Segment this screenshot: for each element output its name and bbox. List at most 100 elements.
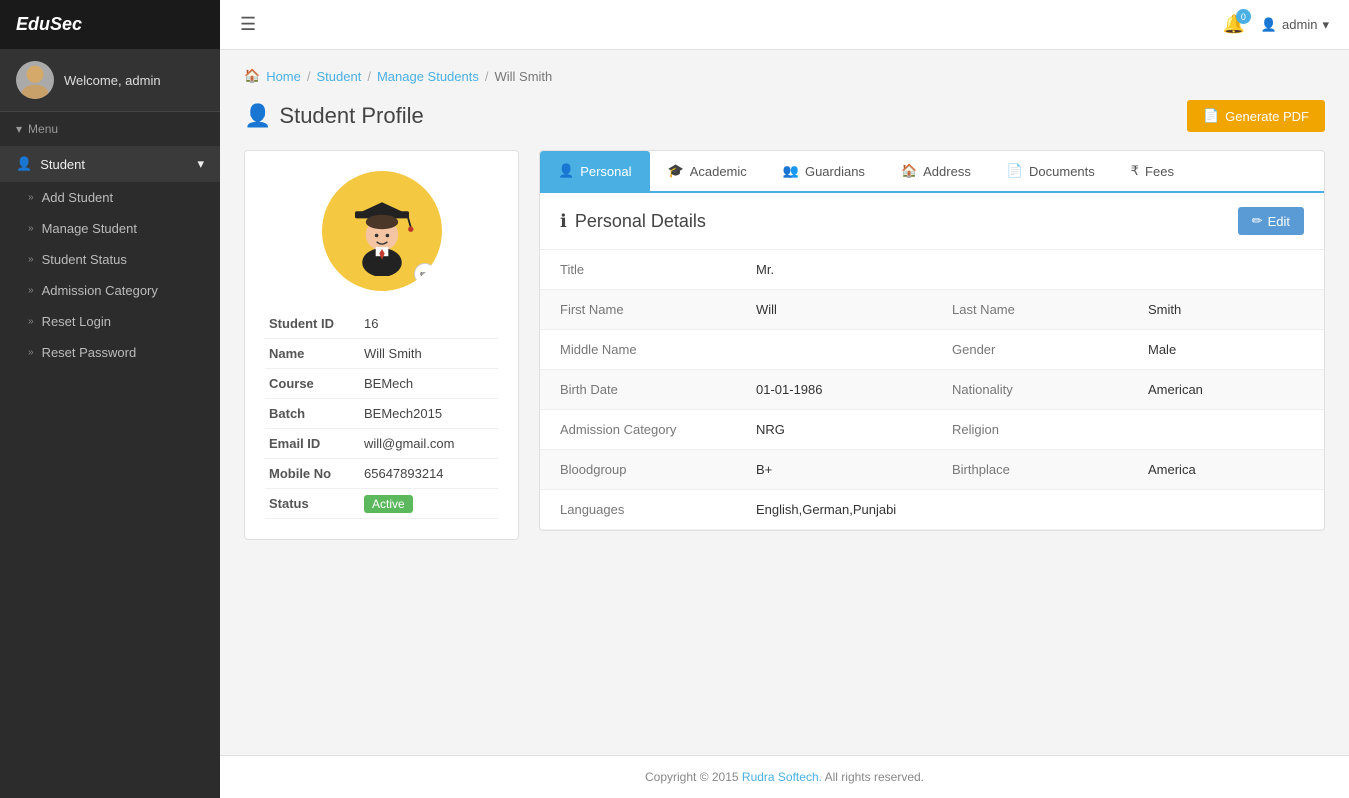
birthplace-value: America — [1128, 450, 1324, 490]
student-id-label: Student ID — [265, 309, 360, 339]
tab-guardians[interactable]: 👥 Guardians — [765, 151, 883, 193]
profile-info-table: Student ID 16 Name Will Smith Course BEM… — [265, 309, 498, 519]
sidebar-item-label: Manage Student — [42, 221, 137, 236]
birthdate-value: 01-01-1986 — [736, 370, 932, 410]
main-content: ☰ 🔔 0 👤 admin ▾ 🏠 Home / Student / Manag… — [220, 0, 1349, 798]
sidebar-item-reset-password[interactable]: » Reset Password — [0, 337, 220, 368]
profile-avatar: ✏ — [322, 171, 442, 291]
table-row: Birth Date 01-01-1986 Nationality Americ… — [540, 370, 1324, 410]
sidebar-item-student-status[interactable]: » Student Status — [0, 244, 220, 275]
breadcrumb-student[interactable]: Student — [317, 69, 362, 84]
tab-address[interactable]: 🏠 Address — [883, 151, 989, 193]
edit-icon: ✏ — [1252, 213, 1263, 229]
breadcrumb-sep1: / — [307, 69, 311, 84]
personal-title-text: Personal Details — [575, 211, 706, 232]
edit-button[interactable]: ✏ Edit — [1238, 207, 1304, 235]
generate-pdf-label: Generate PDF — [1225, 109, 1309, 124]
profile-edit-icon[interactable]: ✏ — [414, 263, 436, 285]
table-row: Batch BEMech2015 — [265, 399, 498, 429]
table-row: Status Active — [265, 489, 498, 519]
edit-label: Edit — [1268, 214, 1290, 229]
student-section-icon: 👤 — [16, 156, 32, 172]
breadcrumb-sep2: / — [367, 69, 371, 84]
breadcrumb: 🏠 Home / Student / Manage Students / Wil… — [244, 68, 1325, 84]
arrow-down-icon: ▾ — [16, 122, 22, 136]
sidebar-item-admission-category[interactable]: » Admission Category — [0, 275, 220, 306]
detail-panel: 👤 Personal 🎓 Academic 👥 Guardians 🏠 Addr… — [539, 150, 1325, 531]
religion-value — [1128, 410, 1324, 450]
personal-icon: 👤 — [558, 163, 574, 179]
admin-dropdown[interactable]: 👤 admin ▾ — [1261, 17, 1329, 33]
student-section-title[interactable]: 👤 Student ▾ — [0, 146, 220, 182]
topbar-right: 🔔 0 👤 admin ▾ — [1222, 14, 1329, 35]
table-row: Student ID 16 — [265, 309, 498, 339]
table-row: Course BEMech — [265, 369, 498, 399]
tab-academic[interactable]: 🎓 Academic — [650, 151, 765, 193]
mobile-label: Mobile No — [265, 459, 360, 489]
page-title-text: Student Profile — [279, 103, 423, 129]
email-label: Email ID — [265, 429, 360, 459]
table-row: First Name Will Last Name Smith — [540, 290, 1324, 330]
sidebar-item-reset-login[interactable]: » Reset Login — [0, 306, 220, 337]
menu-label: Menu — [28, 122, 58, 136]
breadcrumb-manage-students[interactable]: Manage Students — [377, 69, 479, 84]
profile-area: ✏ Student ID 16 Name Will Smith Course B… — [244, 150, 1325, 540]
lastname-value: Smith — [1128, 290, 1324, 330]
generate-pdf-button[interactable]: 📄 Generate PDF — [1187, 100, 1325, 132]
chevron-right-icon: » — [28, 223, 34, 234]
table-row: Bloodgroup B+ Birthplace America — [540, 450, 1324, 490]
lastname-label: Last Name — [932, 290, 1128, 330]
admission-category-label: Admission Category — [540, 410, 736, 450]
sidebar-item-manage-student[interactable]: » Manage Student — [0, 213, 220, 244]
breadcrumb-home[interactable]: Home — [266, 69, 301, 84]
hamburger-menu[interactable]: ☰ — [240, 14, 256, 35]
table-row: Mobile No 65647893214 — [265, 459, 498, 489]
details-grid: Title Mr. First Name Will Last Name Smit… — [540, 250, 1324, 530]
student-icon: 👤 — [244, 103, 271, 129]
table-row: Title Mr. — [540, 250, 1324, 290]
page-title-row: 👤 Student Profile 📄 Generate PDF — [244, 100, 1325, 132]
tab-personal[interactable]: 👤 Personal — [540, 151, 650, 193]
table-row: Name Will Smith — [265, 339, 498, 369]
profile-avatar-wrap: ✏ — [265, 171, 498, 291]
sidebar-item-label: Add Student — [42, 190, 114, 205]
status-value: Active — [360, 489, 498, 519]
birthplace-label: Birthplace — [932, 450, 1128, 490]
title-value: Mr. — [736, 250, 932, 290]
course-label: Course — [265, 369, 360, 399]
academic-icon: 🎓 — [668, 163, 684, 179]
chevron-right-icon: » — [28, 192, 34, 203]
email-value: will@gmail.com — [360, 429, 498, 459]
religion-label: Religion — [932, 410, 1128, 450]
sidebar-user: Welcome, admin — [0, 49, 220, 112]
sidebar-item-label: Student Status — [42, 252, 127, 267]
languages-value: English,German,Punjabi — [736, 490, 1324, 530]
user-icon: 👤 — [1261, 17, 1277, 33]
home-icon: 🏠 — [244, 68, 260, 84]
sidebar-item-add-student[interactable]: » Add Student — [0, 182, 220, 213]
languages-label: Languages — [540, 490, 736, 530]
breadcrumb-sep3: / — [485, 69, 489, 84]
sidebar-item-label: Admission Category — [42, 283, 158, 298]
middlename-value — [736, 330, 932, 370]
chevron-right-icon: » — [28, 316, 34, 327]
chevron-icon: ▾ — [197, 156, 204, 172]
birthdate-label: Birth Date — [540, 370, 736, 410]
footer-company[interactable]: Rudra Softech. — [742, 770, 822, 784]
chevron-right-icon: » — [28, 285, 34, 296]
footer-suffix: All rights reserved. — [825, 770, 924, 784]
tab-documents[interactable]: 📄 Documents — [989, 151, 1113, 193]
student-avatar-svg — [337, 186, 427, 276]
sidebar-menu-header: ▾ Menu — [0, 112, 220, 146]
middlename-label: Middle Name — [540, 330, 736, 370]
profile-card: ✏ Student ID 16 Name Will Smith Course B… — [244, 150, 519, 540]
personal-header: ℹ Personal Details ✏ Edit — [540, 193, 1324, 250]
name-value: Will Smith — [360, 339, 498, 369]
tab-guardians-label: Guardians — [805, 164, 865, 179]
student-section-label: Student — [40, 157, 85, 172]
sidebar-item-label: Reset Password — [42, 345, 137, 360]
pdf-icon: 📄 — [1203, 108, 1219, 124]
notification-button[interactable]: 🔔 0 — [1222, 14, 1244, 35]
gender-label: Gender — [932, 330, 1128, 370]
tab-fees[interactable]: ₹ Fees — [1113, 151, 1192, 193]
